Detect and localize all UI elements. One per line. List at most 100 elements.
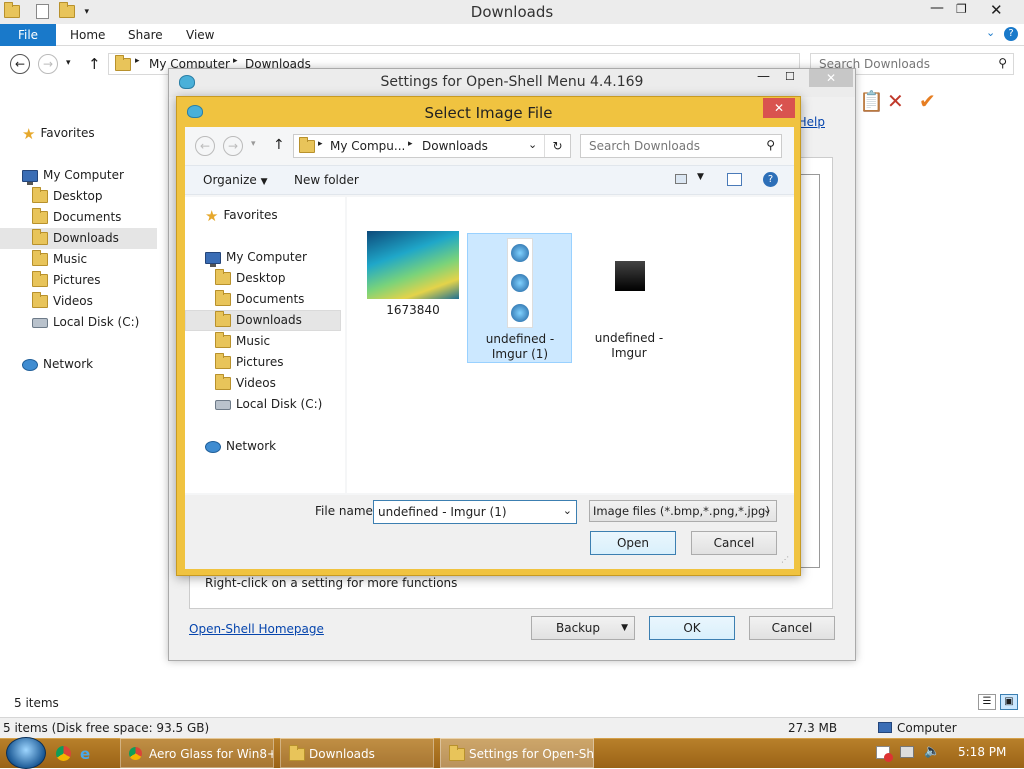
nav-network[interactable]: Network [205,436,276,457]
search-icon[interactable]: ⚲ [998,56,1007,70]
forward-icon[interactable]: → [223,136,243,156]
ribbon-tabs: File Home Share View ⌄ ? [0,24,1024,46]
homepage-link[interactable]: Open-Shell Homepage [189,622,324,636]
image-thumbnail [507,238,533,328]
nav-my-computer[interactable]: My Computer [205,247,307,268]
tab-home[interactable]: Home [70,28,105,42]
file-item[interactable]: 1673840 [363,199,463,327]
help-link[interactable]: Help... [799,115,825,129]
ok-button[interactable]: OK [649,616,735,640]
file-item[interactable]: undefined - Imgur [579,233,679,361]
settings-hint: Right-click on a setting for more functi… [205,576,458,590]
chevron-down-icon[interactable]: ⌄ [528,138,537,151]
nav-desktop[interactable]: Desktop [32,186,103,207]
large-icons-view-icon[interactable]: ▣ [1000,694,1018,710]
delete-icon[interactable]: ✕ [887,89,904,113]
nav-local-disk[interactable]: Local Disk (C:) [215,394,322,415]
nav-videos[interactable]: Videos [32,291,93,312]
taskbar-item-downloads[interactable]: Downloads [280,738,434,768]
filename-input[interactable]: undefined - Imgur (1) ⌄ [373,500,577,524]
file-name: undefined - Imgur (1) [485,332,555,361]
star-icon: ★ [22,124,36,143]
breadcrumb-downloads[interactable]: Downloads [422,139,488,153]
nav-music[interactable]: Music [32,249,87,270]
resize-grip-icon[interactable]: ⋰ [781,555,789,564]
computer-icon [205,251,221,267]
chrome-icon[interactable] [56,746,71,761]
nav-pictures[interactable]: Pictures [32,270,101,291]
back-icon[interactable]: ← [195,136,215,156]
network-icon[interactable] [900,746,914,758]
tab-file[interactable]: File [0,24,56,46]
file-name: 1673840 [386,303,440,317]
status-bar: 5 items (Disk free space: 93.5 GB) 27.3 … [0,717,1024,738]
filetype-select[interactable]: Image files (*.bmp,*.png,*.jpg) ⌄ [589,500,777,522]
taskbar-item-aero-glass[interactable]: Aero Glass for Win8+... [120,738,274,768]
details-view-icon[interactable]: ☰ [978,694,996,710]
dialog-search-box[interactable]: Search Downloads ⚲ [580,134,782,158]
nav-videos[interactable]: Videos [215,373,276,394]
volume-icon[interactable]: 🔈 [924,744,940,759]
file-item-selected[interactable]: undefined - Imgur (1) [467,233,572,363]
tab-share[interactable]: Share [128,28,163,42]
open-button[interactable]: Open [590,531,676,555]
new-folder-button[interactable]: New folder [294,173,359,187]
folder-icon [4,2,20,18]
preview-pane-icon[interactable] [727,173,742,186]
minimize-icon[interactable]: — [930,0,944,16]
chevron-down-icon[interactable]: ▾ [84,7,89,17]
up-icon[interactable]: ↑ [273,137,285,153]
tab-view[interactable]: View [186,28,214,42]
chevron-down-icon[interactable]: ⌄ [986,26,995,39]
close-icon[interactable]: ✕ [990,1,1003,19]
check-icon[interactable]: ✔ [919,89,936,113]
cancel-button[interactable]: Cancel [691,531,777,555]
close-button[interactable]: ✕ [809,69,853,87]
backup-button[interactable]: Backup ▼ [531,616,635,640]
maximize-icon[interactable]: ❐ [956,2,967,16]
action-center-icon[interactable] [876,746,893,762]
maximize-icon[interactable]: ☐ [785,70,795,83]
internet-explorer-icon[interactable]: e [80,745,90,763]
breadcrumb-my-computer[interactable]: My Compu... [330,139,405,153]
nav-music[interactable]: Music [215,331,270,352]
chevron-down-icon[interactable]: ⌄ [563,504,572,517]
search-input[interactable]: Search Downloads [589,139,700,153]
nav-network[interactable]: Network [22,354,93,375]
nav-documents[interactable]: Documents [215,289,304,310]
new-folder-icon[interactable] [58,2,75,18]
help-icon[interactable]: ? [1004,27,1018,41]
minimize-icon[interactable]: — [757,69,770,84]
chevron-down-icon[interactable]: ▼ [697,172,704,182]
refresh-icon[interactable]: ↻ [544,135,570,157]
help-icon[interactable]: ? [763,172,778,187]
start-button[interactable] [6,737,46,769]
nav-downloads[interactable]: Downloads [32,228,119,249]
organize-button[interactable]: Organize ▼ [203,173,268,187]
clock[interactable]: 5:18 PM [958,745,1006,759]
nav-favorites[interactable]: ★ Favorites [22,123,95,144]
dialog-address-bar[interactable]: ▸ My Compu... ▸ Downloads ⌄ ↻ [293,134,571,158]
change-view-icon[interactable] [675,174,687,184]
clipboard-icon[interactable]: 📋 [859,89,884,113]
recent-locations-icon[interactable]: ▾ [66,58,71,68]
nav-desktop[interactable]: Desktop [215,268,286,289]
nav-my-computer[interactable]: My Computer [22,165,124,186]
nav-pictures[interactable]: Pictures [215,352,284,373]
folder-icon [215,269,231,285]
close-button[interactable]: ✕ [763,98,795,118]
recent-locations-icon[interactable]: ▾ [251,139,256,149]
taskbar-item-settings[interactable]: Settings for Open-Sh... [440,738,594,768]
forward-icon[interactable]: → [38,54,58,74]
nav-documents[interactable]: Documents [32,207,121,228]
properties-icon[interactable] [35,4,49,19]
explorer-title: Downloads [470,3,554,21]
nav-downloads[interactable]: Downloads [215,310,302,331]
back-icon[interactable]: ← [10,54,30,74]
search-icon[interactable]: ⚲ [766,138,775,152]
nav-favorites[interactable]: ★ Favorites [205,205,278,226]
cancel-button[interactable]: Cancel [749,616,835,640]
up-icon[interactable]: ↑ [88,55,101,73]
select-image-dialog: Select Image File ✕ ← → ▾ ↑ ▸ My Compu..… [176,96,801,576]
nav-local-disk[interactable]: Local Disk (C:) [32,312,139,333]
